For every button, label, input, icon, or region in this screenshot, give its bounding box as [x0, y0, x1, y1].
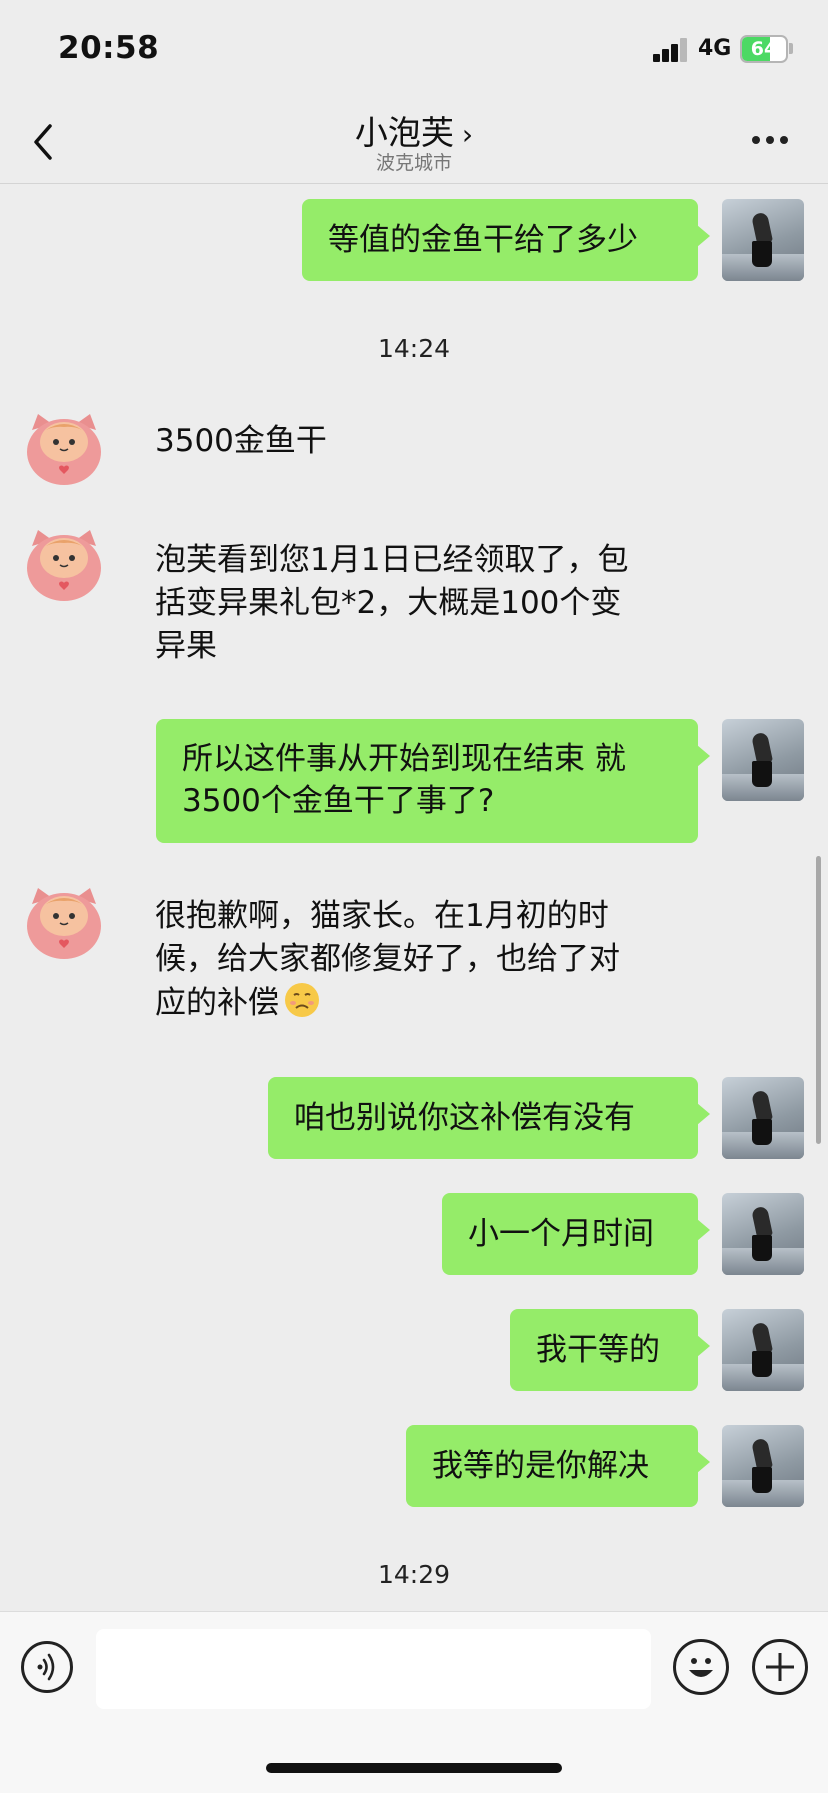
- message-bubble-outgoing[interactable]: 所以这件事从开始到现在结束 就 3500个金鱼干了事了?: [156, 719, 710, 843]
- avatar[interactable]: [722, 1425, 804, 1507]
- battery-level: 64: [750, 38, 778, 60]
- message-bubble-incoming[interactable]: 3500金鱼干: [155, 420, 327, 463]
- sad-face-emoji-icon: [285, 983, 319, 1017]
- home-indicator[interactable]: [266, 1763, 562, 1773]
- avatar[interactable]: [24, 524, 104, 604]
- avatar[interactable]: [722, 1309, 804, 1391]
- message-line: 很抱歉啊，猫家长。在1月初的时: [155, 898, 609, 934]
- message-bubble-incoming[interactable]: 泡芙看到您1月1日已经领取了，包 括变异果礼包*2，大概是100个变 异果: [155, 539, 695, 668]
- plus-button[interactable]: [752, 1639, 808, 1695]
- network-type: 4G: [698, 36, 732, 61]
- timestamp: 14:29: [377, 1560, 451, 1589]
- message-line: 所以这件事从开始到现在结束 就: [182, 741, 626, 777]
- message-bubble-outgoing[interactable]: 等值的金鱼干给了多少: [302, 199, 710, 281]
- chat-area[interactable]: 等值的金鱼干给了多少 14:24 3500金鱼干 泡芙看到您1月1日已经领取了，…: [0, 184, 828, 1610]
- avatar[interactable]: [24, 882, 104, 962]
- message-input[interactable]: [96, 1629, 651, 1709]
- battery-tip: [789, 43, 793, 54]
- avatar[interactable]: [722, 1077, 804, 1159]
- avatar[interactable]: [722, 719, 804, 801]
- message-line: 候，给大家都修复好了，也给了对: [155, 941, 620, 977]
- voice-button[interactable]: [21, 1641, 73, 1693]
- avatar[interactable]: [722, 1193, 804, 1275]
- contact-name: 小泡芙: [354, 113, 454, 152]
- chat-subtitle: 波克城市: [375, 152, 452, 174]
- message-line: 3500个金鱼干了事了?: [182, 783, 495, 819]
- emoji-button[interactable]: [673, 1639, 729, 1695]
- emoji-icon: [689, 1658, 713, 1677]
- battery-icon: 64: [740, 35, 788, 63]
- avatar[interactable]: [24, 408, 104, 488]
- message-bubble-outgoing[interactable]: 我干等的: [510, 1309, 710, 1391]
- more-dots-icon: [752, 136, 760, 144]
- message-bubble-outgoing[interactable]: 咱也别说你这补偿有没有: [268, 1077, 710, 1159]
- signal-icon: [653, 38, 689, 62]
- message-bubble-outgoing[interactable]: 我等的是你解决: [406, 1425, 710, 1507]
- chat-header: 小泡芙 › 波克城市: [0, 100, 828, 184]
- message-line: 泡芙看到您1月1日已经领取了，包: [155, 542, 629, 578]
- chat-title[interactable]: 小泡芙 ›: [0, 106, 828, 154]
- message-bubble-incoming[interactable]: 很抱歉啊，猫家长。在1月初的时 候，给大家都修复好了，也给了对 应的补偿: [155, 895, 695, 1025]
- voice-icon: [37, 1653, 55, 1681]
- plus-icon: [766, 1653, 794, 1681]
- chevron-right-icon: ›: [461, 118, 474, 151]
- message-line: 应的补偿: [155, 985, 279, 1021]
- status-bar: 20:58 4G 64: [0, 0, 828, 100]
- message-line: 括变异果礼包*2，大概是100个变: [155, 585, 622, 621]
- message-bubble-outgoing[interactable]: 小一个月时间: [442, 1193, 710, 1275]
- status-time: 20:58: [58, 30, 160, 66]
- avatar[interactable]: [722, 199, 804, 281]
- scrollbar[interactable]: [816, 856, 821, 1144]
- timestamp: 14:24: [377, 334, 451, 363]
- more-button[interactable]: [752, 136, 792, 148]
- message-line: 异果: [155, 628, 217, 664]
